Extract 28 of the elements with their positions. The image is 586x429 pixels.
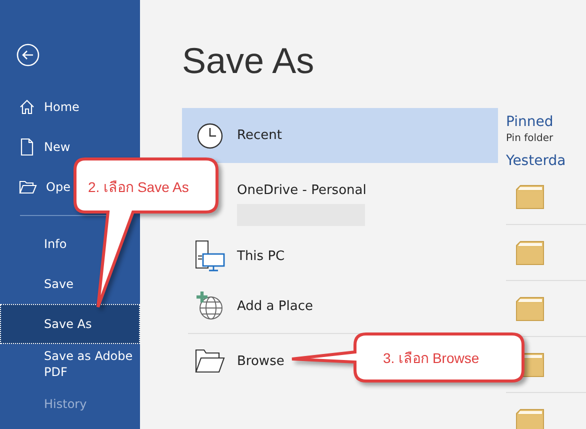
page-title: Save As [182, 40, 316, 83]
sidebar-item[interactable]: Info [0, 224, 140, 264]
folder-icon [516, 240, 544, 264]
home-icon [19, 99, 35, 115]
sidebar-item[interactable]: Save As [0, 304, 140, 344]
sidebar-item[interactable]: Home [44, 100, 80, 114]
callout-text: 2. เลือก Save As [88, 178, 189, 197]
document-icon [19, 138, 35, 156]
folder-icon [194, 349, 224, 373]
location-item[interactable]: Browse [182, 336, 290, 386]
folder-icon [516, 296, 544, 320]
sidebar-item[interactable]: New [44, 140, 70, 154]
hint-text: Pin folder [506, 133, 554, 144]
sidebar-item[interactable]: Save as Adobe PDF [0, 344, 140, 384]
sidebar-item[interactable]: Save [0, 264, 140, 304]
folder-icon [19, 180, 37, 194]
computer-icon [194, 240, 224, 272]
location-item[interactable]: Recent [182, 108, 498, 163]
location-item[interactable]: This PC [182, 231, 291, 281]
location-item[interactable]: Add a Place [182, 281, 319, 331]
section-heading: Pinned [506, 114, 554, 130]
callout-text: 3. เลือก Browse [383, 349, 480, 368]
section-heading: Yesterda [506, 153, 567, 169]
sidebar-item[interactable]: Ope [46, 180, 70, 194]
globe-plus-icon [196, 291, 224, 321]
clock-icon [196, 122, 222, 148]
folder-icon [516, 184, 544, 208]
location-item[interactable]: OneDrive - Personal [237, 163, 372, 231]
